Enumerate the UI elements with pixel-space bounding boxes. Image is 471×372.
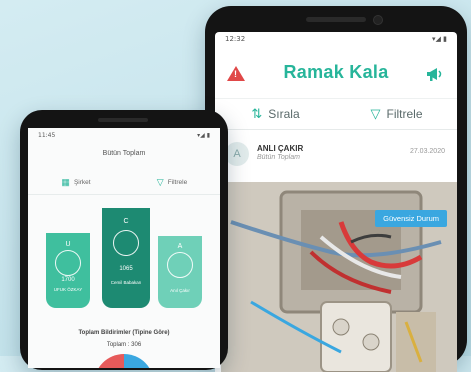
page-title: Bütün Toplam — [102, 150, 146, 157]
leaderboard-card[interactable]: C 1065 Cemil Babakan — [102, 208, 150, 308]
rank-circle — [55, 250, 81, 276]
app-title: Ramak Kala — [283, 62, 389, 82]
sort-tab[interactable]: ⇅ Sırala — [215, 99, 336, 129]
speaker-grille — [98, 118, 148, 122]
status-icons: ▾◢ ▮ — [432, 35, 447, 43]
status-bar: 11:45 ▾◢ ▮ — [28, 128, 220, 142]
card-initial: U — [65, 241, 71, 248]
notifications-total: Toplam : 306 — [106, 342, 142, 348]
card-name: UFUK ÖZKAY — [53, 287, 83, 292]
unsafe-status-badge: Güvensiz Durum — [375, 210, 447, 227]
status-time: 12:32 — [225, 35, 246, 43]
phone-mockup-left: 11:45 ▾◢ ▮ Bütün Toplam ▦ Şirket ▽ Filtr… — [20, 110, 228, 370]
filter-icon: ▽ — [370, 106, 381, 121]
pie-chart-partial — [98, 354, 150, 368]
leaderboard-card[interactable]: A Anıl Çakır — [158, 236, 202, 308]
status-time: 11:45 — [38, 131, 56, 139]
phone-mockup-right: 12:32 ▾◢ ▮ ! Ramak Kala ⇅ Sırala ▽ Filtr… — [205, 6, 467, 372]
post-user-name: ANLI ÇAKIR — [257, 144, 304, 153]
filter-tab-label: Filtrele — [386, 107, 423, 121]
card-name: Cemil Babakan — [110, 280, 142, 285]
filter-tab[interactable]: ▽ Filtrele — [124, 170, 220, 194]
status-bar: 12:32 ▾◢ ▮ — [215, 32, 457, 46]
building-icon: ▦ — [61, 176, 70, 187]
card-initial: C — [123, 218, 129, 225]
front-camera — [373, 15, 383, 25]
post-header[interactable]: A ANLI ÇAKIR Bütün Toplam 27.03.2020 — [215, 136, 457, 176]
sort-tab-label: Sırala — [268, 107, 300, 121]
rank-circle — [167, 252, 193, 278]
speaker-grille — [306, 17, 366, 22]
post-date: 27.03.2020 — [409, 148, 445, 155]
leaderboard-card[interactable]: U 1700 UFUK ÖZKAY — [46, 233, 90, 308]
card-initial: A — [177, 243, 183, 250]
filter-tab[interactable]: ▽ Filtrele — [336, 99, 457, 129]
company-tab[interactable]: ▦ Şirket — [28, 170, 124, 194]
post-user-subtitle: Bütün Toplam — [257, 154, 300, 161]
notifications-chart-title: Toplam Bildirimler (Tipine Göre) — [78, 330, 170, 336]
rank-circle — [113, 230, 139, 256]
card-name: Anıl Çakır — [170, 288, 190, 293]
tab-bar: ▦ Şirket ▽ Filtrele — [28, 170, 220, 195]
filter-tab-label: Filtrele — [167, 178, 188, 186]
company-tab-label: Şirket — [73, 178, 91, 186]
status-icons: ▾◢ ▮ — [197, 131, 210, 139]
screen-right: 12:32 ▾◢ ▮ ! Ramak Kala ⇅ Sırala ▽ Filtr… — [215, 32, 457, 372]
sort-icon: ⇅ — [251, 106, 263, 121]
filter-icon: ▽ — [156, 176, 164, 187]
card-count: 1065 — [119, 266, 133, 272]
avatar: A — [225, 142, 249, 166]
screen-left: 11:45 ▾◢ ▮ Bütün Toplam ▦ Şirket ▽ Filtr… — [28, 128, 220, 368]
tab-bar: ⇅ Sırala ▽ Filtrele — [215, 98, 457, 130]
card-count: 1700 — [61, 277, 75, 283]
app-header: ! Ramak Kala — [215, 54, 457, 90]
megaphone-icon[interactable] — [425, 66, 445, 82]
